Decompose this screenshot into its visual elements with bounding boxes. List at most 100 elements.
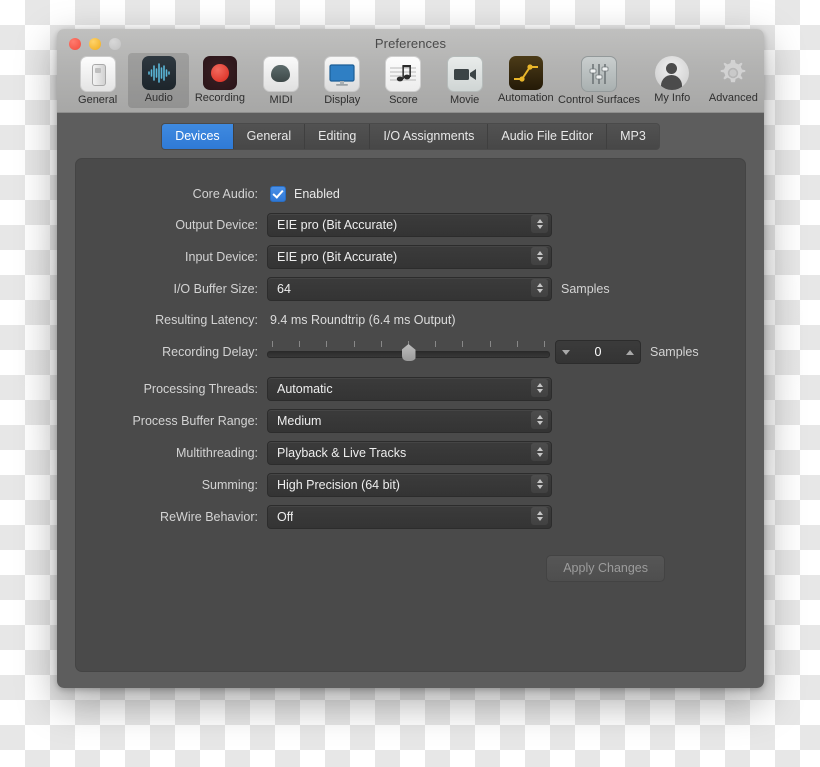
tab-general[interactable]: General — [233, 124, 306, 149]
tab-bar: Devices General Editing I/O Assignments … — [57, 113, 764, 150]
automation-curve-icon — [508, 56, 543, 90]
toolbar-label-midi: MIDI — [269, 94, 293, 106]
row-input-device: Input Device: EIE pro (Bit Accurate) — [76, 245, 745, 269]
toolbar-label-advanced: Advanced — [708, 92, 758, 104]
row-rewire-behavior: ReWire Behavior: Off — [76, 505, 745, 529]
io-buffer-size-units: Samples — [561, 282, 610, 296]
toolbar-label-display: Display — [324, 94, 361, 106]
label-io-buffer-size: I/O Buffer Size: — [173, 282, 258, 296]
display-monitor-icon — [324, 56, 361, 92]
toolbar-item-movie[interactable]: Movie — [434, 53, 495, 110]
score-note-icon — [385, 56, 422, 92]
devices-form: Core Audio: Enabled Output Device: EIE p… — [76, 159, 745, 582]
recording-delay-stepper[interactable]: 0 — [555, 340, 641, 364]
process-buffer-range-value: Medium — [277, 414, 322, 428]
movie-camera-icon — [446, 56, 483, 92]
recording-delay-slider[interactable] — [267, 339, 550, 365]
toolbar-item-score[interactable]: Score — [373, 53, 434, 110]
chevron-updown-icon — [531, 411, 548, 429]
output-device-value: EIE pro (Bit Accurate) — [277, 218, 398, 232]
summing-select[interactable]: High Precision (64 bit) — [267, 473, 552, 497]
label-multithreading: Multithreading: — [176, 446, 258, 460]
record-icon — [202, 56, 237, 90]
multithreading-value: Playback & Live Tracks — [277, 446, 407, 460]
label-input-device: Input Device: — [185, 250, 258, 264]
row-processing-threads: Processing Threads: Automatic — [76, 377, 745, 401]
resulting-latency-value: 9.4 ms Roundtrip (6.4 ms Output) — [270, 313, 456, 327]
recording-delay-units: Samples — [650, 345, 699, 359]
faders-icon — [581, 56, 617, 92]
core-audio-checkbox-label: Enabled — [294, 187, 340, 201]
toolbar-item-control-surfaces[interactable]: Control Surfaces — [556, 53, 641, 110]
tab-audio-file-editor[interactable]: Audio File Editor — [488, 124, 608, 149]
chevron-updown-icon — [531, 443, 548, 461]
summing-value: High Precision (64 bit) — [277, 478, 400, 492]
audio-waveform-icon — [141, 56, 176, 90]
chevron-updown-icon — [531, 215, 548, 233]
label-rewire-behavior: ReWire Behavior: — [160, 510, 258, 524]
toolbar-item-display[interactable]: Display — [312, 53, 373, 110]
preferences-window: Preferences General Audio Recording MIDI… — [57, 29, 764, 688]
label-core-audio: Core Audio: — [192, 187, 258, 201]
row-recording-delay: Recording Delay: 0 Samples — [76, 339, 745, 365]
row-summing: Summing: High Precision (64 bit) — [76, 473, 745, 497]
rewire-behavior-select[interactable]: Off — [267, 505, 552, 529]
processing-threads-select[interactable]: Automatic — [267, 377, 552, 401]
input-device-value: EIE pro (Bit Accurate) — [277, 250, 398, 264]
window-titlebar[interactable]: Preferences General Audio Recording MIDI… — [57, 29, 764, 113]
toolbar-label-my-info: My Info — [654, 92, 691, 104]
preferences-toolbar: General Audio Recording MIDI Display Sco… — [57, 53, 764, 110]
toolbar-item-midi[interactable]: MIDI — [251, 53, 312, 110]
toolbar-label-general: General — [78, 94, 118, 106]
tab-io-assignments[interactable]: I/O Assignments — [370, 124, 489, 149]
multithreading-select[interactable]: Playback & Live Tracks — [267, 441, 552, 465]
row-process-buffer-range: Process Buffer Range: Medium — [76, 409, 745, 433]
toolbar-label-audio: Audio — [144, 92, 173, 104]
io-buffer-size-value: 64 — [277, 282, 291, 296]
label-processing-threads: Processing Threads: — [143, 382, 258, 396]
output-device-select[interactable]: EIE pro (Bit Accurate) — [267, 213, 552, 237]
tab-devices[interactable]: Devices — [162, 124, 234, 149]
chevron-updown-icon — [531, 247, 548, 265]
io-buffer-size-select[interactable]: 64 — [267, 277, 552, 301]
chevron-up-icon[interactable] — [625, 349, 634, 355]
processing-threads-value: Automatic — [277, 382, 333, 396]
input-device-select[interactable]: EIE pro (Bit Accurate) — [267, 245, 552, 269]
midi-palette-icon — [263, 56, 300, 92]
label-recording-delay: Recording Delay: — [162, 345, 258, 359]
tab-editing[interactable]: Editing — [305, 124, 371, 149]
gear-icon — [716, 56, 750, 90]
chevron-updown-icon — [531, 279, 548, 297]
chevron-down-icon[interactable] — [562, 349, 570, 355]
core-audio-checkbox[interactable] — [270, 186, 286, 202]
toolbar-label-movie: Movie — [449, 94, 480, 106]
chevron-updown-icon — [531, 475, 548, 493]
toolbar-item-my-info[interactable]: My Info — [642, 53, 703, 108]
devices-panel: Core Audio: Enabled Output Device: EIE p… — [75, 158, 746, 672]
toolbar-item-recording[interactable]: Recording — [189, 53, 250, 108]
rewire-behavior-value: Off — [277, 510, 294, 524]
row-io-buffer-size: I/O Buffer Size: 64 Samples — [76, 277, 745, 301]
preferences-content: Devices General Editing I/O Assignments … — [57, 113, 764, 688]
process-buffer-range-select[interactable]: Medium — [267, 409, 552, 433]
general-icon — [79, 56, 116, 92]
apply-changes-button[interactable]: Apply Changes — [546, 555, 665, 582]
person-icon — [655, 56, 690, 90]
row-output-device: Output Device: EIE pro (Bit Accurate) — [76, 213, 745, 237]
recording-delay-value: 0 — [594, 345, 602, 359]
label-resulting-latency: Resulting Latency: — [155, 313, 258, 327]
toolbar-item-advanced[interactable]: Advanced — [703, 53, 764, 108]
toolbar-item-general[interactable]: General — [67, 53, 128, 110]
toolbar-item-audio[interactable]: Audio — [128, 53, 190, 108]
toolbar-label-control-surfaces: Control Surfaces — [558, 94, 640, 106]
toolbar-label-score: Score — [389, 94, 418, 106]
row-core-audio: Core Audio: Enabled — [76, 183, 745, 205]
label-output-device: Output Device: — [175, 218, 258, 232]
toolbar-label-automation: Automation — [497, 92, 554, 104]
label-process-buffer-range: Process Buffer Range: — [132, 414, 258, 428]
toolbar-item-automation[interactable]: Automation — [495, 53, 556, 108]
tab-mp3[interactable]: MP3 — [607, 124, 659, 149]
toolbar-label-recording: Recording — [194, 92, 245, 104]
apply-changes-row: Apply Changes — [76, 555, 745, 582]
chevron-updown-icon — [531, 379, 548, 397]
